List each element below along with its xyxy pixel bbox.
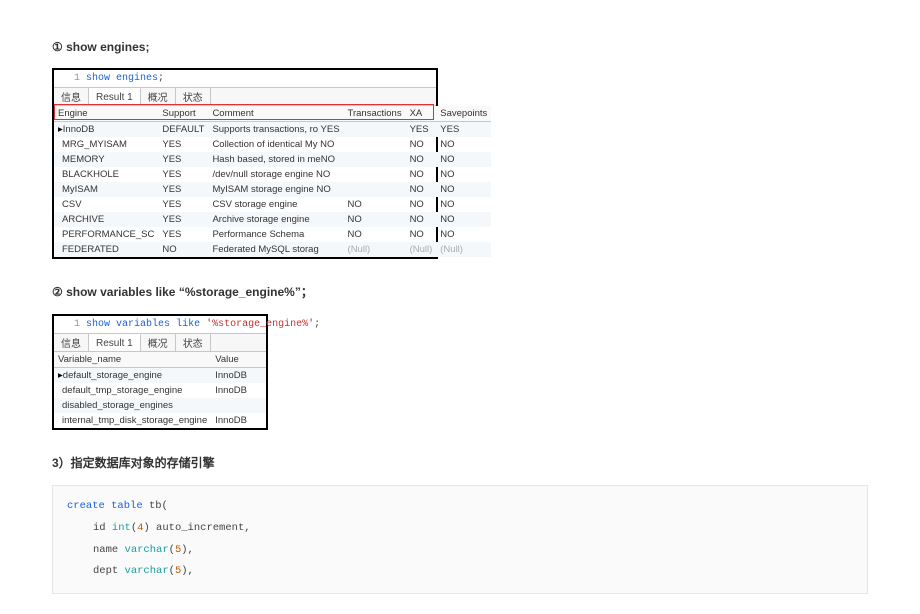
table-row[interactable]: CSVYESCSV storage engineNONONO: [54, 197, 491, 212]
heading-show-engines: ① show engines;: [52, 40, 868, 54]
table-row[interactable]: ▸default_storage_engineInnoDB: [54, 368, 266, 384]
tab-status-2[interactable]: 状态: [176, 334, 211, 351]
table-row[interactable]: default_tmp_storage_engineInnoDB: [54, 383, 266, 398]
code-create-table: create table tb( id int(4) auto_incremen…: [52, 485, 868, 594]
result-tabs-1: 信息 Result 1 概况 状态: [54, 87, 436, 106]
tab-profile-2[interactable]: 概况: [141, 334, 176, 351]
table-header-row: EngineSupportCommentTransactionsXASavepo…: [54, 106, 491, 122]
sql-line-2: 1show variables like '%storage_engine%';: [54, 316, 266, 333]
tab-result1-2[interactable]: Result 1: [89, 334, 141, 351]
result-tabs-2: 信息 Result 1 概况 状态: [54, 333, 266, 352]
table-row[interactable]: PERFORMANCE_SCYESPerformance SchemaNONON…: [54, 227, 491, 242]
heading-show-variables: ② show variables like “%storage_engine%”…: [52, 283, 868, 300]
panel-show-variables: 1show variables like '%storage_engine%';…: [52, 314, 268, 430]
heading-create-table: 3）指定数据库对象的存储引擎: [52, 454, 868, 471]
table-row[interactable]: MEMORYYESHash based, stored in meNONONO: [54, 152, 491, 167]
table-row[interactable]: MyISAMYESMyISAM storage engine NONONO: [54, 182, 491, 197]
table-row[interactable]: MRG_MYISAMYESCollection of identical My …: [54, 137, 491, 152]
table-row[interactable]: disabled_storage_engines: [54, 398, 266, 413]
table-row[interactable]: BLACKHOLEYES/dev/null storage engine NON…: [54, 167, 491, 182]
variables-table: Variable_nameValue ▸default_storage_engi…: [54, 352, 266, 428]
tab-info-2[interactable]: 信息: [54, 334, 89, 351]
table-header-row: Variable_nameValue: [54, 352, 266, 368]
tab-result1-1[interactable]: Result 1: [89, 88, 141, 105]
panel-show-engines: 1show engines; 信息 Result 1 概况 状态 EngineS…: [52, 68, 438, 259]
table-row[interactable]: ARCHIVEYESArchive storage engineNONONO: [54, 212, 491, 227]
table-row[interactable]: FEDERATEDNOFederated MySQL storag(Null)(…: [54, 242, 491, 257]
sql-line-1: 1show engines;: [54, 70, 436, 87]
tab-status-1[interactable]: 状态: [176, 88, 211, 105]
tab-info-1[interactable]: 信息: [54, 88, 89, 105]
engines-table: EngineSupportCommentTransactionsXASavepo…: [54, 106, 491, 257]
tab-profile-1[interactable]: 概况: [141, 88, 176, 105]
table-row[interactable]: ▸InnoDBDEFAULTSupports transactions, ro …: [54, 122, 491, 138]
table-row[interactable]: internal_tmp_disk_storage_engineInnoDB: [54, 413, 266, 428]
